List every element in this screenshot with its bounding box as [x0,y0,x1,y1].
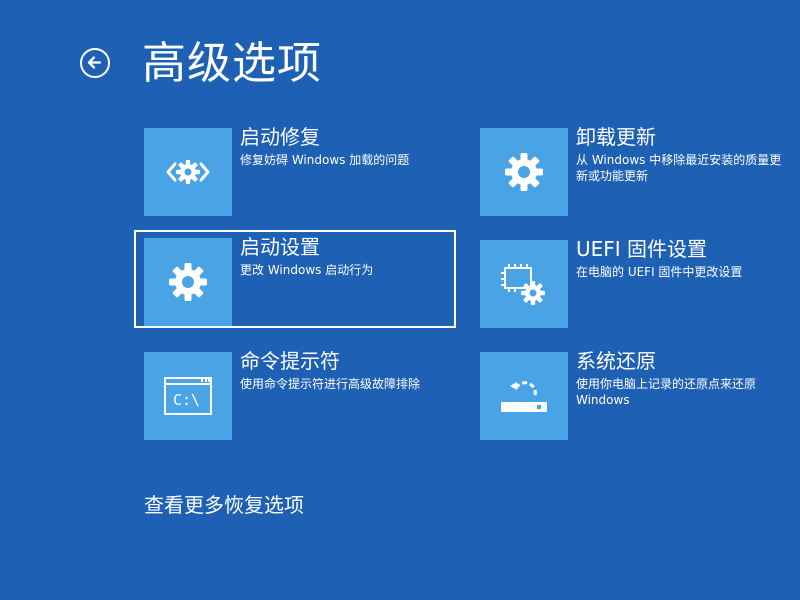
option-description: 使用你电脑上记录的还原点来还原 Windows [576,377,757,407]
option-description: 更改 Windows 启动行为 [240,263,374,277]
option-description: 修复妨碍 Windows 加载的问题 [240,153,410,167]
option-description: 在电脑的 UEFI 固件中更改设置 [576,265,743,279]
option-label: 启动修复 [240,125,320,149]
option-uefi-firmware[interactable]: UEFI 固件设置 在电脑的 UEFI 固件中更改设置 [472,237,794,338]
option-description: 从 Windows 中移除最近安装的质量更新或功能更新 [576,153,782,183]
option-label: 系统还原 [576,349,656,373]
option-label: UEFI 固件设置 [576,237,708,261]
option-label: 卸载更新 [576,125,656,149]
back-button[interactable] [80,48,110,78]
option-uninstall-updates[interactable]: 卸载更新 从 Windows 中移除最近安装的质量更新或功能更新 [472,125,794,226]
firmware-gear-icon [480,240,568,328]
option-label: 启动设置 [240,235,320,259]
gear-icon [144,238,232,326]
page-title: 高级选项 [142,38,322,89]
startup-repair-icon [144,128,232,216]
cmd-prompt-text: C:\ [173,391,200,409]
command-prompt-icon: C:\ [144,352,232,440]
option-command-prompt[interactable]: C:\ 命令提示符 使用命令提示符进行高级故障排除 [136,349,458,450]
option-system-restore[interactable]: 系统还原 使用你电脑上记录的还原点来还原 Windows [472,349,794,450]
more-recovery-options-link[interactable]: 查看更多恢复选项 [144,490,304,520]
option-description: 使用命令提示符进行高级故障排除 [240,377,421,391]
system-restore-icon [480,352,568,440]
back-arrow-icon [87,56,102,69]
gear-icon [480,128,568,216]
option-label: 命令提示符 [240,349,340,373]
option-startup-repair[interactable]: 启动修复 修复妨碍 Windows 加载的问题 [136,125,458,226]
option-startup-settings[interactable]: 启动设置 更改 Windows 启动行为 [134,230,456,328]
